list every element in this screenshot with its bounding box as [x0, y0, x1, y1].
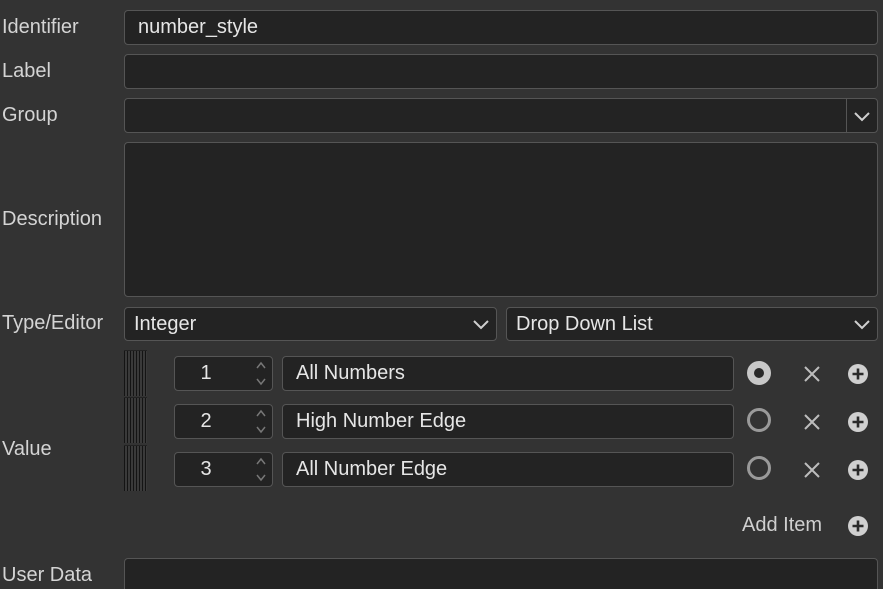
radio-selected-icon[interactable] [746, 360, 772, 386]
label-input[interactable] [124, 54, 878, 89]
drag-handle[interactable] [124, 350, 147, 396]
add-item-button[interactable]: Add Item [742, 514, 822, 537]
identifier-label: Identifier [2, 16, 79, 38]
value-text: High Number Edge [296, 410, 467, 432]
type-editor-label: Type/Editor [2, 312, 104, 334]
identifier-input[interactable]: number_style [124, 10, 878, 45]
up-down-arrows-icon[interactable] [254, 457, 268, 482]
editor-value: Drop Down List [516, 312, 653, 335]
user-data-label: User Data [2, 564, 93, 586]
drag-handle[interactable] [124, 397, 147, 443]
value-number-stepper[interactable]: 2 [174, 404, 273, 439]
plus-circle-icon[interactable] [845, 361, 871, 387]
value-number: 1 [200, 362, 212, 384]
up-down-arrows-icon[interactable] [254, 409, 268, 434]
value-number-stepper[interactable]: 3 [174, 452, 273, 487]
value-text-input[interactable]: All Numbers [282, 356, 734, 391]
close-icon[interactable] [799, 409, 825, 435]
plus-circle-icon[interactable] [845, 457, 871, 483]
drag-handle[interactable] [124, 445, 147, 491]
value-text: All Numbers [296, 362, 405, 384]
value-number-stepper[interactable]: 1 [174, 356, 273, 391]
label-label: Label [2, 60, 51, 82]
editor-combo[interactable]: Drop Down List [506, 307, 878, 341]
description-label: Description [2, 208, 103, 230]
user-data-input[interactable] [124, 558, 878, 589]
plus-circle-icon[interactable] [845, 513, 871, 539]
value-number: 2 [200, 410, 212, 432]
close-icon[interactable] [799, 361, 825, 387]
value-number: 3 [200, 458, 212, 480]
value-label: Value [2, 438, 52, 460]
value-text-input[interactable]: All Number Edge [282, 452, 734, 487]
close-icon[interactable] [799, 457, 825, 483]
type-combo[interactable]: Integer [124, 307, 497, 341]
radio-unselected-icon[interactable] [746, 455, 772, 481]
type-value: Integer [134, 312, 197, 335]
up-down-arrows-icon[interactable] [254, 361, 268, 386]
group-label: Group [2, 104, 58, 126]
chevron-down-icon [847, 308, 877, 340]
identifier-value: number_style [138, 16, 259, 38]
chevron-down-icon[interactable] [846, 99, 877, 132]
value-text-input[interactable]: High Number Edge [282, 404, 734, 439]
chevron-down-icon [466, 308, 496, 340]
properties-panel: Identifier number_style Label Group Desc… [0, 0, 883, 589]
plus-circle-icon[interactable] [845, 409, 871, 435]
group-combo[interactable] [124, 98, 878, 133]
radio-unselected-icon[interactable] [746, 407, 772, 433]
value-text: All Number Edge [296, 458, 448, 480]
description-textarea[interactable] [124, 142, 878, 297]
